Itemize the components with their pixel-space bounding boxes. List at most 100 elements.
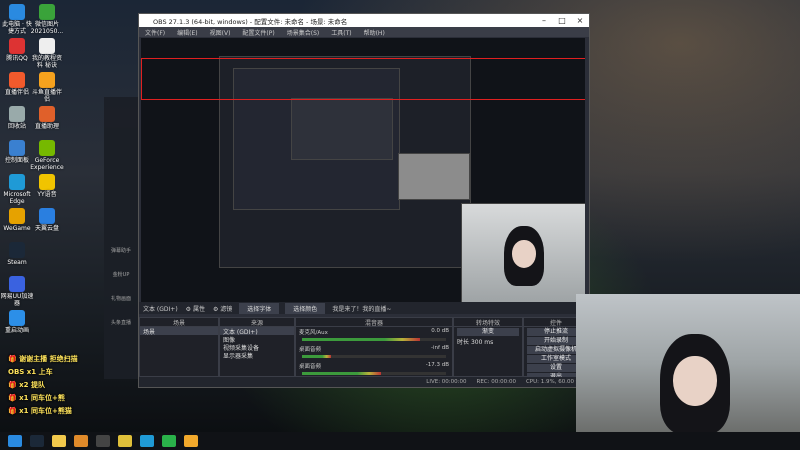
wechat-icon[interactable] [162, 435, 176, 447]
desktop-icon[interactable]: 重启动画 [0, 310, 34, 334]
menu-profile[interactable]: 配置文件(P) [236, 28, 280, 37]
app-icon [39, 174, 55, 190]
source-item[interactable]: 视频采集设备 [220, 343, 294, 352]
maximize-icon[interactable]: □ [553, 16, 571, 25]
rec-time: REC: 00:00:00 [476, 379, 516, 385]
menu-tools[interactable]: 工具(T) [325, 28, 357, 37]
obs-menubar: 文件(F) 编辑(E) 视图(V) 配置文件(P) 场景集合(S) 工具(T) … [139, 27, 589, 37]
obs-preview[interactable] [141, 38, 585, 302]
mixer-channel-name: 桌面音频 [299, 364, 322, 370]
side-app-item[interactable]: 头条直播 [110, 319, 132, 333]
desktop-icon[interactable]: 微信图片 2021050... [30, 4, 64, 35]
chrome-icon[interactable] [118, 435, 132, 447]
status-bar: LIVE: 00:00:00 REC: 00:00:00 CPU: 1.9%, … [139, 377, 589, 387]
mixer-channel-db: -inf dB [431, 345, 449, 351]
desktop-icon[interactable]: 网易UU加速器 [0, 276, 34, 307]
side-app-item[interactable]: 礼物画面 [110, 295, 132, 309]
menu-edit[interactable]: 编辑(E) [171, 28, 203, 37]
select-font-button[interactable]: 选择字体 [239, 302, 280, 314]
windows-start-icon[interactable] [8, 435, 22, 447]
sources-header: 来源 [220, 318, 294, 327]
obs-window-title: OBS 27.1.3 (64-bit, windows) - 配置文件: 未命名… [153, 17, 348, 26]
edge-icon[interactable] [140, 435, 154, 447]
app-icon [39, 72, 55, 88]
gift-overlay-line: 🎁 x1 同车位+熊猫 [8, 407, 72, 415]
mixer-channel-name: 桌面音频 [299, 347, 322, 353]
side-app-item[interactable]: 弹幕助手 [110, 247, 132, 261]
obs-dock: 文本 (GDI+) ⚙ 属性 ⚙ 滤镜 选择字体 选择颜色 我是来了！我的直播~… [139, 302, 589, 387]
mixer-channel-name: 麦克风/Aux [299, 330, 328, 336]
menu-scene-collection[interactable]: 场景集合(S) [281, 28, 326, 37]
transition-type-select[interactable]: 渐变 [457, 328, 519, 336]
file-explorer-icon[interactable] [52, 435, 66, 447]
app-icon [9, 208, 25, 224]
desktop-icon[interactable]: YY语音 [30, 174, 64, 198]
desktop-icon[interactable]: 腾讯QQ [0, 38, 34, 62]
desktop-icon[interactable]: 回收站 [0, 106, 34, 130]
source-item[interactable]: 图像 [220, 335, 294, 344]
side-app-panel: 弹幕助手 金粉UP 礼物画面 头条直播 [104, 97, 138, 379]
steam-icon[interactable] [30, 435, 44, 447]
side-app-item[interactable]: 金粉UP [110, 271, 132, 285]
desktop-icon-label: WeGame [3, 225, 31, 232]
app-icon [39, 140, 55, 156]
live-time: LIVE: 00:00:00 [426, 379, 467, 385]
obs-icon[interactable] [96, 435, 110, 447]
app-icon [9, 242, 25, 258]
desktop-icon[interactable]: 直播伴侣 [0, 72, 34, 96]
desktop-icon-label: 重启动画 [4, 327, 29, 334]
source-item[interactable]: 文本 (GDI+) [220, 327, 294, 336]
menu-view[interactable]: 视图(V) [204, 28, 237, 37]
mixer-channel: 桌面音频 -17.3 dB [296, 361, 452, 378]
text-preview: 我是来了！我的直播~ [332, 305, 392, 313]
volume-meter-fill [302, 355, 331, 358]
select-color-button[interactable]: 选择颜色 [285, 302, 326, 314]
gift-overlay-line: OBS x1 上车 [8, 368, 53, 376]
properties-button[interactable]: ⚙ 属性 [182, 304, 209, 313]
desktop-icon-label: 我的教程资料 秘诀 [31, 55, 62, 69]
filters-button[interactable]: ⚙ 滤镜 [209, 304, 236, 313]
gift-overlay-line: 🎁 x2 提队 [8, 381, 45, 389]
scenes-panel: 场景 场景 [139, 317, 219, 377]
desktop-icon[interactable]: 此电脑 · 快捷方式 [0, 4, 34, 35]
desktop-icon[interactable]: 我的教程资料 秘诀 [30, 38, 64, 69]
desktop-icon[interactable]: 控制面板 [0, 140, 34, 164]
desktop-icon[interactable]: 斗鱼直播伴侣 [30, 72, 64, 103]
source-item[interactable]: 显示器采集 [220, 351, 294, 360]
transitions-header: 转场特效 [454, 318, 522, 327]
desktop-icon-label: 回收站 [7, 123, 26, 130]
desktop-icon[interactable]: WeGame [0, 208, 34, 232]
mixer-channel-db: 0.0 dB [431, 328, 449, 334]
sources-panel: 来源 文本 (GDI+) 图像 视频采集设备 显示器采集 [219, 317, 295, 377]
mixer-channel-db: -17.3 dB [425, 362, 449, 368]
app-icon [39, 208, 55, 224]
gift-overlay-line: 🎁 x1 同车位+熊 [8, 394, 65, 402]
app-icon [9, 72, 25, 88]
volume-meter[interactable] [302, 355, 446, 358]
desktop-icon[interactable]: 直播助理 [30, 106, 64, 130]
close-icon[interactable]: × [571, 16, 589, 25]
desktop-icon-label: 网易UU加速器 [0, 293, 34, 307]
menu-file[interactable]: 文件(F) [139, 28, 171, 37]
app-icon[interactable] [74, 435, 88, 447]
desktop-icon-label: 天翼云盘 [34, 225, 59, 232]
desktop-icon-label: 此电脑 · 快捷方式 [2, 21, 32, 35]
desktop-icon[interactable]: Microsoft Edge [0, 174, 34, 205]
volume-meter[interactable] [302, 372, 446, 375]
folder-icon[interactable] [184, 435, 198, 447]
desktop-icon[interactable]: Steam [0, 242, 34, 266]
volume-meter-fill [302, 372, 382, 375]
transition-duration[interactable]: 时长 300 ms [454, 337, 522, 346]
desktop-icon[interactable]: 天翼云盘 [30, 208, 64, 232]
menu-help[interactable]: 帮助(H) [358, 28, 391, 37]
desktop-icon[interactable]: GeForce Experience [30, 140, 64, 171]
desktop-icon-label: GeForce Experience [30, 157, 64, 171]
obs-titlebar[interactable]: OBS 27.1.3 (64-bit, windows) - 配置文件: 未命名… [139, 14, 589, 27]
app-icon [9, 4, 25, 20]
desktop-icon-label: 控制面板 [4, 157, 29, 164]
scene-item[interactable]: 场景 [140, 327, 218, 336]
source-selection-box[interactable] [141, 58, 585, 100]
mixer-channel: 桌面音频 -inf dB [296, 344, 452, 361]
minimize-icon[interactable]: – [535, 16, 553, 25]
volume-meter[interactable] [302, 338, 446, 341]
